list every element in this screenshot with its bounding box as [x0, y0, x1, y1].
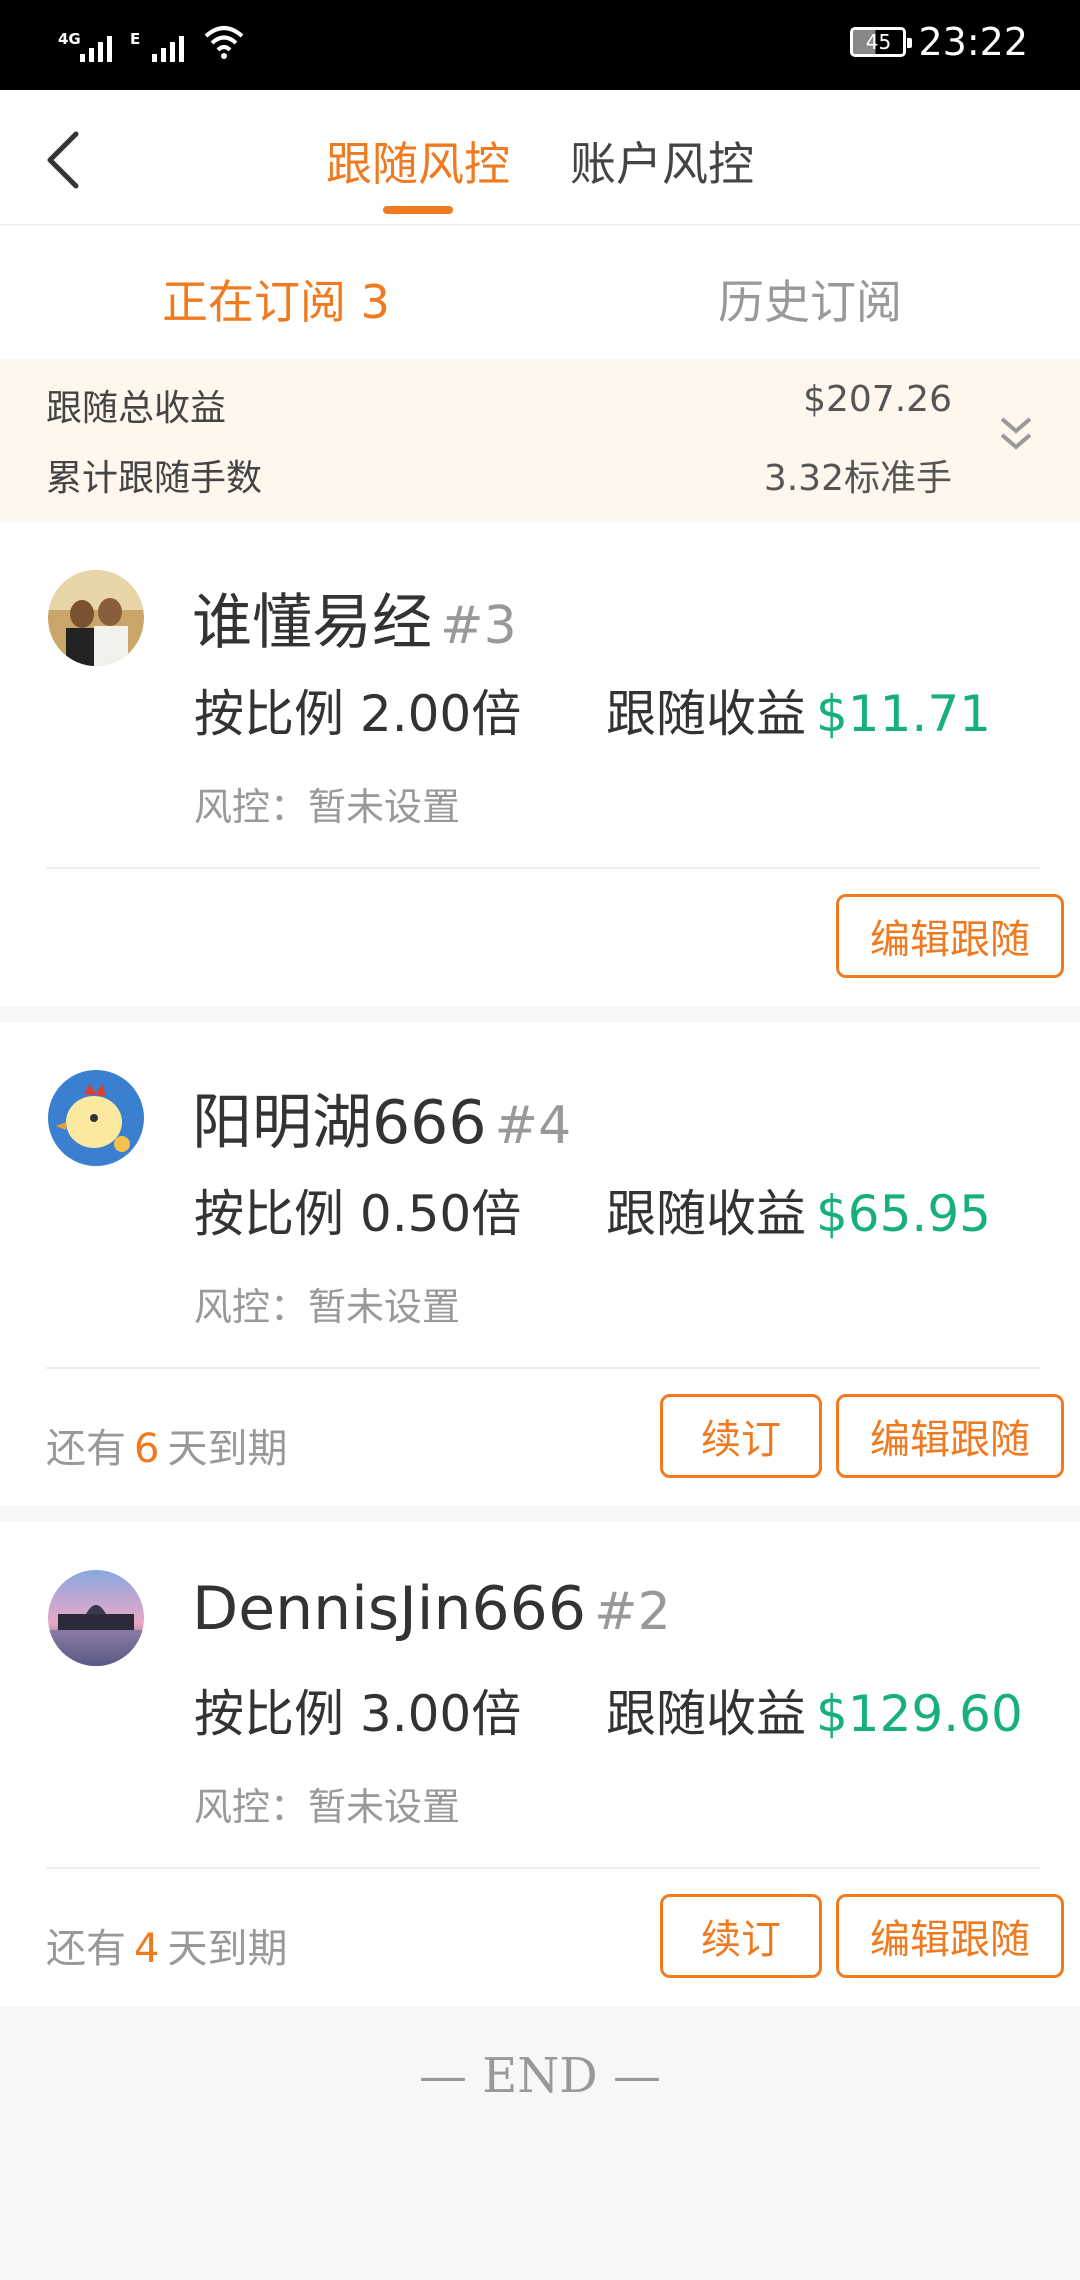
avatar[interactable] — [48, 1070, 144, 1166]
avatar[interactable] — [48, 570, 144, 666]
follow-profit: 跟随收益 $129.60 — [606, 1674, 1023, 1746]
follow-profit-label: 跟随收益 — [606, 685, 806, 743]
risk-setting: 风控：暂未设置 — [194, 785, 461, 829]
expiry-suffix: 天到期 — [167, 1426, 288, 1472]
tab-current-subscriptions[interactable]: 正在订阅 3 — [162, 266, 390, 332]
follow-profit-value: $129.60 — [816, 1685, 1023, 1743]
divider — [46, 1367, 1040, 1369]
follow-profit-value: $11.71 — [816, 685, 991, 743]
subscription-card: DennisJin666 #2 按比例 3.00倍 跟随收益 $129.60 风控… — [0, 1522, 1080, 2006]
avatar[interactable] — [48, 1570, 144, 1666]
total-lots-label: 累计跟随手数 — [46, 458, 263, 499]
subscription-card: 谁懂易经 #3 按比例 2.00倍 跟随收益 $11.71 风控：暂未设置 编辑跟… — [0, 522, 1080, 1006]
trader-name[interactable]: 谁懂易经 — [192, 574, 432, 661]
tab-history-subscriptions[interactable]: 历史订阅 — [718, 266, 902, 332]
follow-ratio: 按比例 2.00倍 — [194, 685, 522, 743]
trader-name-row: 谁懂易经 #3 — [192, 574, 517, 661]
follow-profit: 跟随收益 $65.95 — [606, 1174, 991, 1246]
expiry-days: 6 — [134, 1426, 160, 1472]
wifi-icon — [204, 26, 244, 59]
trader-rank: #4 — [494, 1096, 572, 1156]
expiry-suffix: 天到期 — [167, 1926, 288, 1972]
follow-profit-label: 跟随收益 — [606, 1685, 806, 1743]
header: 跟随风控 账户风控 — [0, 90, 1080, 225]
expiry-days: 4 — [134, 1926, 160, 1972]
end-marker: — END — — [418, 2048, 662, 2104]
trader-rank: #2 — [594, 1582, 671, 1642]
summary-panel: 跟随总收益 $207.26 累计跟随手数 3.32标准手 — [0, 359, 1080, 521]
edit-follow-button[interactable]: 编辑跟随 — [836, 1394, 1064, 1478]
total-profit-label: 跟随总收益 — [46, 388, 227, 429]
back-arrow-icon[interactable] — [40, 128, 96, 192]
expiry-notice: 还有 4 天到期 — [46, 1916, 287, 1974]
expiry-prefix: 还有 — [46, 1426, 126, 1472]
renew-button[interactable]: 续订 — [660, 1894, 822, 1978]
trader-name[interactable]: 阳明湖666 — [192, 1074, 487, 1161]
signal-icon-1: 4G — [58, 30, 112, 62]
follow-profit: 跟随收益 $11.71 — [606, 674, 991, 746]
trader-rank: #3 — [440, 596, 517, 656]
network-type-1: 4G — [58, 30, 81, 48]
risk-setting: 风控：暂未设置 — [194, 1785, 461, 1829]
total-profit-value: $207.26 — [803, 379, 952, 420]
expiry-notice: 还有 6 天到期 — [46, 1416, 287, 1474]
battery-icon: 45 — [850, 27, 913, 57]
network-type-2: E — [130, 30, 141, 48]
battery-level: 45 — [865, 30, 892, 54]
subscription-tabs: 正在订阅 3 历史订阅 — [0, 226, 1080, 359]
follow-profit-value: $65.95 — [816, 1185, 991, 1243]
total-lots-value: 3.32标准手 — [763, 458, 952, 499]
double-chevron-down-icon[interactable] — [996, 409, 1036, 459]
follow-profit-label: 跟随收益 — [606, 1185, 806, 1243]
status-bar: 4G E 45 23:22 — [0, 0, 1080, 90]
edit-follow-button[interactable]: 编辑跟随 — [836, 894, 1064, 978]
signal-icon-2: E — [130, 30, 184, 62]
divider — [46, 1867, 1040, 1869]
renew-button[interactable]: 续订 — [660, 1394, 822, 1478]
trader-name-row: DennisJin666 #2 — [192, 1574, 671, 1644]
follow-ratio: 按比例 3.00倍 — [194, 1685, 522, 1743]
status-right: 45 23:22 — [850, 20, 1028, 64]
tab-follow-risk[interactable]: 跟随风控 — [326, 128, 510, 194]
tab-account-risk[interactable]: 账户风控 — [570, 128, 754, 194]
follow-ratio: 按比例 0.50倍 — [194, 1185, 522, 1243]
divider — [46, 867, 1040, 869]
trader-name[interactable]: DennisJin666 — [192, 1574, 586, 1644]
expiry-prefix: 还有 — [46, 1926, 126, 1972]
status-left: 4G E — [58, 22, 246, 62]
clock: 23:22 — [918, 20, 1028, 64]
active-tab-indicator — [383, 206, 453, 214]
subscription-card: 阳明湖666 #4 按比例 0.50倍 跟随收益 $65.95 风控：暂未设置 还… — [0, 1022, 1080, 1506]
edit-follow-button[interactable]: 编辑跟随 — [836, 1894, 1064, 1978]
risk-setting: 风控：暂未设置 — [194, 1285, 461, 1329]
trader-name-row: 阳明湖666 #4 — [192, 1074, 571, 1161]
